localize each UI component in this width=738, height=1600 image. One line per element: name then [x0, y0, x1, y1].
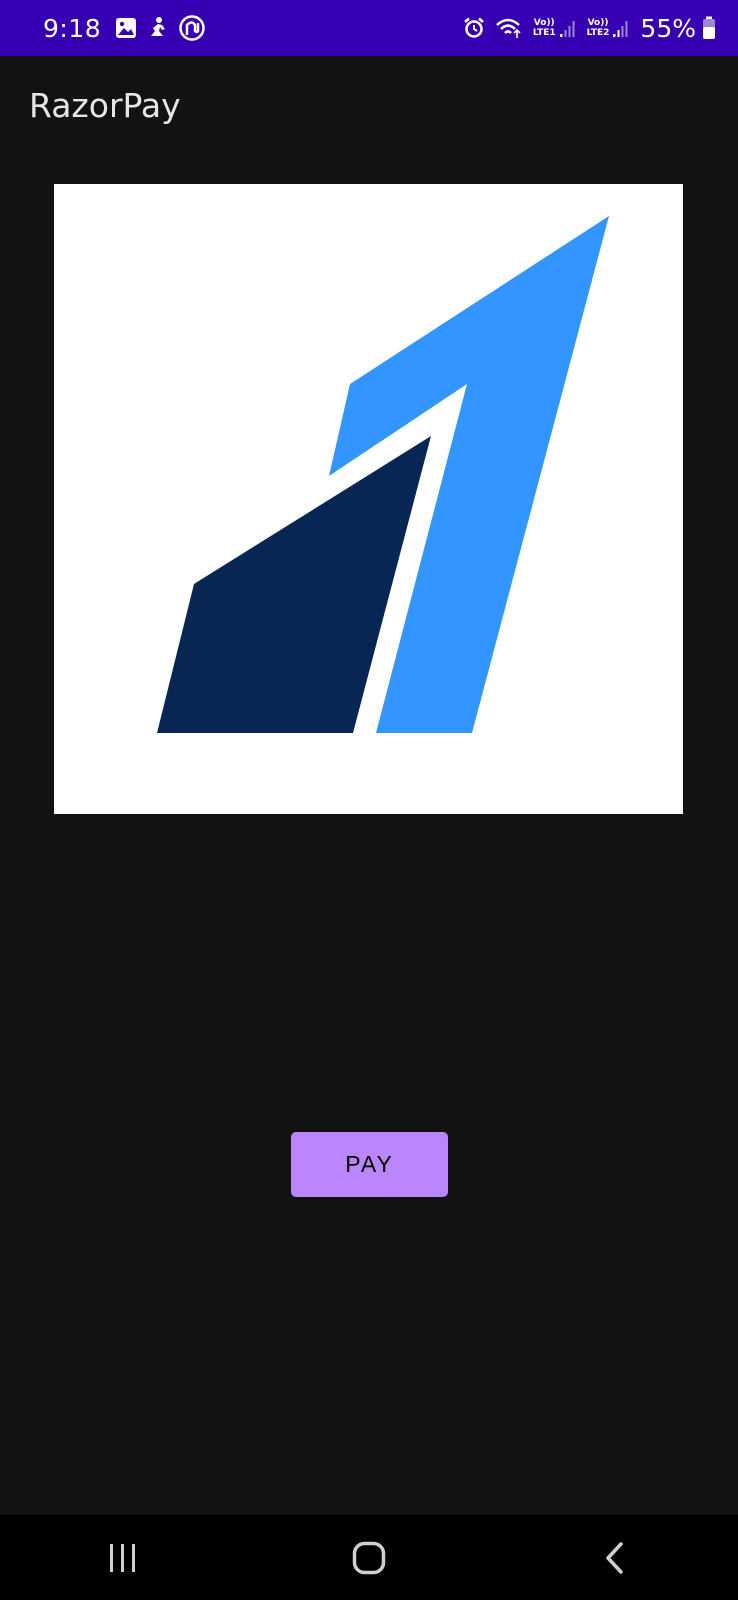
sim1-lte: LTE1: [532, 28, 556, 38]
recent-apps-icon: [110, 1543, 135, 1572]
status-left: 9:18: [43, 14, 215, 43]
sim1-volte: Vo)): [533, 18, 555, 28]
razorpay-logo: [54, 184, 683, 814]
signal-icon: [559, 18, 577, 38]
home-icon: [352, 1541, 386, 1574]
wifi-icon: [495, 17, 523, 39]
navigation-bar: [0, 1515, 738, 1600]
home-button[interactable]: [309, 1515, 429, 1600]
status-bar: 9:18 Vo)) LTE1 Vo)) LTE2 55%: [0, 0, 738, 56]
sim2-network-label: Vo)) LTE2: [587, 18, 610, 38]
sim2-volte: Vo)): [587, 18, 609, 28]
activity-icon: [147, 16, 169, 40]
app-title: RazorPay: [29, 86, 181, 125]
pay-button[interactable]: PAY: [291, 1132, 448, 1197]
signal-icon: [612, 18, 630, 38]
status-right: Vo)) LTE1 Vo)) LTE2 55%: [463, 14, 716, 43]
back-icon: [606, 1541, 623, 1574]
gallery-icon: [115, 17, 137, 39]
app-notification-icon: [179, 15, 205, 41]
sim1-network-label: Vo)) LTE1: [533, 18, 556, 38]
battery-percent: 55%: [640, 13, 696, 43]
razorpay-logo-icon: [157, 216, 609, 733]
sim2-lte: LTE2: [586, 28, 610, 38]
battery-icon: [702, 16, 716, 40]
alarm-icon: [463, 17, 485, 39]
status-time: 9:18: [43, 13, 102, 43]
recent-apps-button[interactable]: [63, 1515, 183, 1600]
back-button[interactable]: [555, 1515, 675, 1600]
